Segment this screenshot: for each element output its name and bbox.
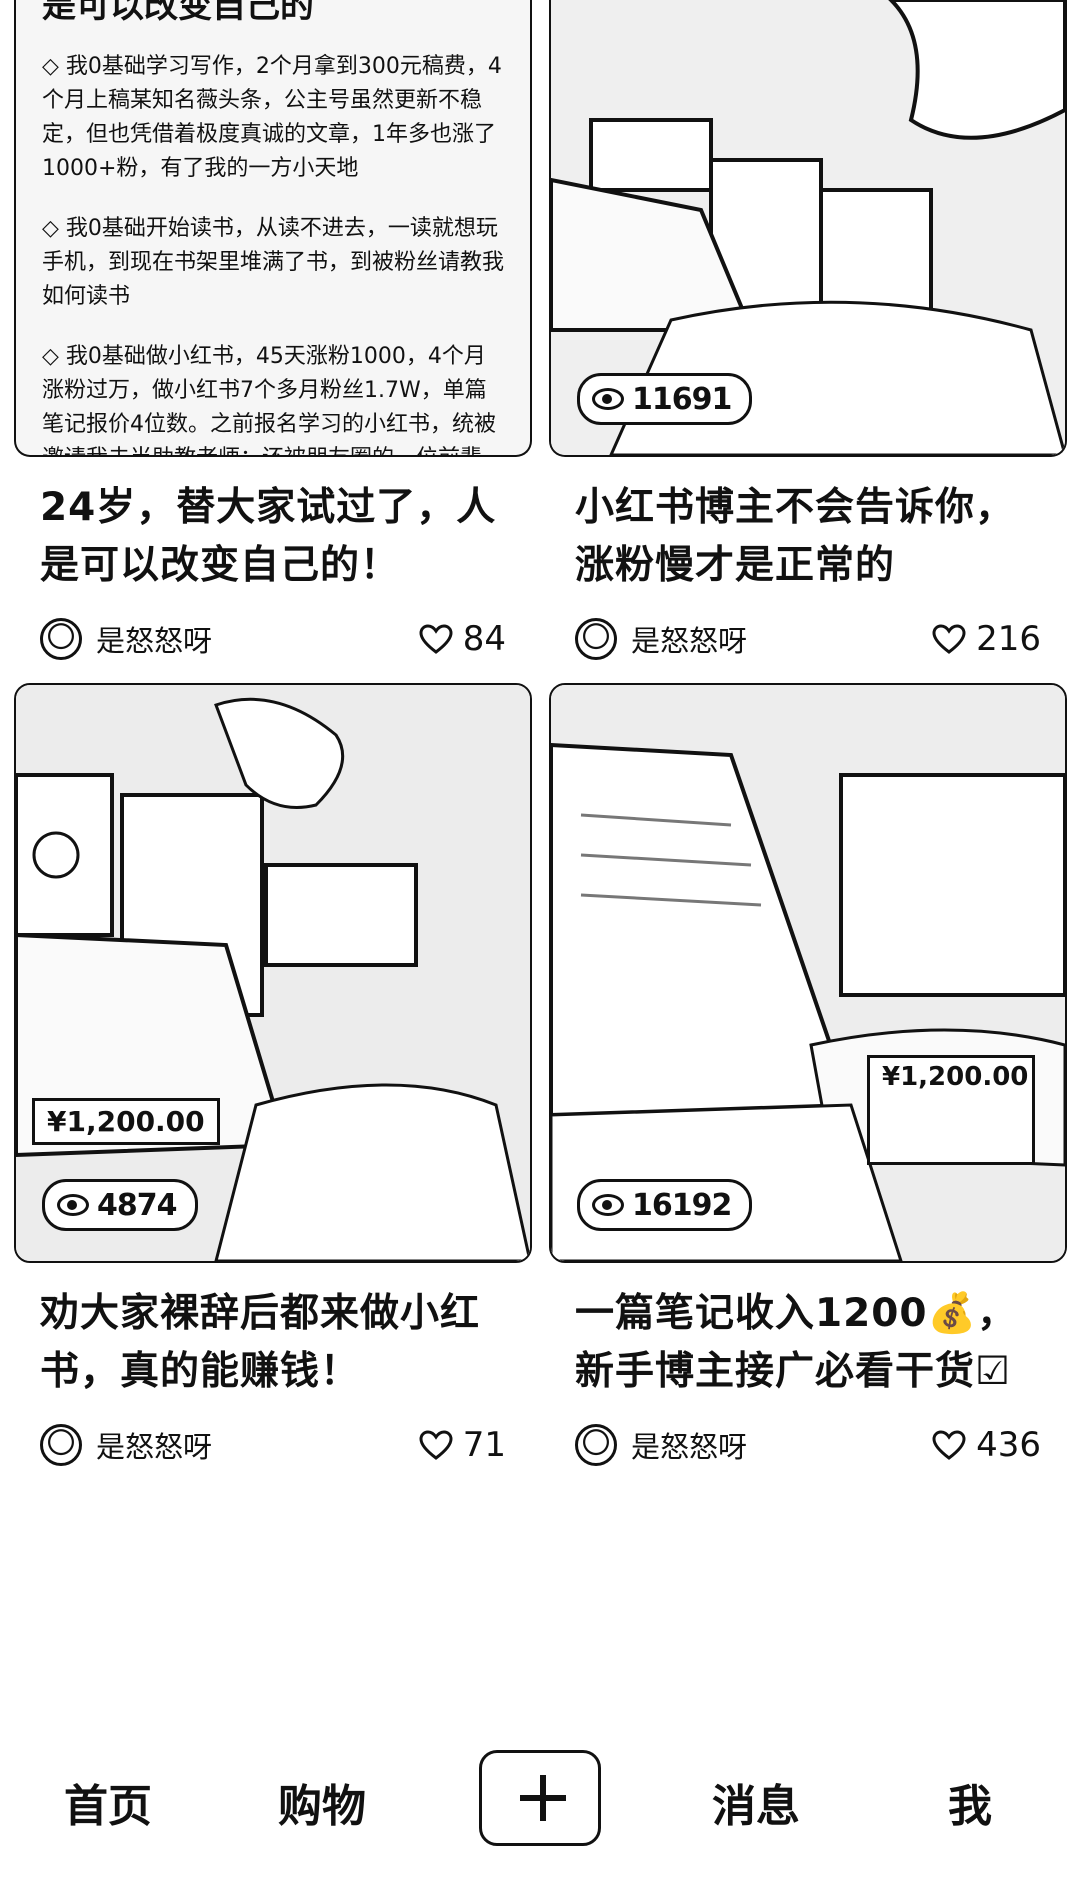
author-name[interactable]: 是怒怒呀 [631, 1424, 932, 1466]
bottom-tab-bar: 首页 购物 消息 我 [0, 1738, 1080, 1878]
note-title[interactable]: 24岁，替大家试过了，人是可以改变自己的！ [14, 457, 532, 595]
eye-icon [592, 388, 624, 410]
cover-image [551, 685, 1065, 1261]
tab-shop[interactable]: 购物 [278, 1770, 366, 1834]
cover-paragraph: ◇ 我0基础做小红书，45天涨粉1000，4个月涨粉过万，做小红书7个多月粉丝1… [42, 344, 504, 455]
heart-icon[interactable] [419, 624, 453, 654]
price-tag: ¥1,200.00 [32, 1098, 220, 1145]
note-meta: 是怒怒呀 84 [14, 595, 532, 669]
tab-me[interactable]: 我 [948, 1770, 992, 1834]
note-card[interactable]: 是可以改变自己的 ◇ 我0基础学习写作，2个月拿到300元稿费，4个月上稿某知名… [14, 0, 532, 669]
view-count-badge: 4874 [42, 1179, 198, 1231]
heart-icon[interactable] [419, 1430, 453, 1460]
feed-column-left: 是可以改变自己的 ◇ 我0基础学习写作，2个月拿到300元稿费，4个月上稿某知名… [14, 0, 532, 1475]
view-count-badge: 16192 [577, 1179, 753, 1231]
tab-home[interactable]: 首页 [64, 1770, 152, 1834]
avatar[interactable] [40, 618, 82, 660]
view-count: 16192 [632, 1187, 732, 1223]
author-name[interactable]: 是怒怒呀 [631, 618, 932, 660]
note-meta: 是怒怒呀 216 [549, 595, 1067, 669]
view-count-badge: 11691 [577, 373, 753, 425]
note-card[interactable]: 11691 小红书博主不会告诉你，涨粉慢才是正常的 是怒怒呀 216 [549, 0, 1067, 669]
note-cover[interactable]: ¥1,200.00 4874 [14, 683, 532, 1263]
like-count: 84 [462, 619, 506, 659]
cover-paragraph: ◇ 我0基础学习写作，2个月拿到300元稿费，4个月上稿某知名薇头条，公主号虽然… [42, 54, 502, 181]
cover-paragraph: ◇ 我0基础开始读书，从读不进去，一读就想玩手机，到现在书架里堆满了书，到被粉丝… [42, 216, 505, 309]
heart-icon[interactable] [932, 1430, 966, 1460]
note-meta: 是怒怒呀 71 [14, 1401, 532, 1475]
note-cover[interactable]: 11691 [549, 0, 1067, 457]
author-name[interactable]: 是怒怒呀 [96, 1424, 419, 1466]
cover-image [16, 685, 530, 1261]
author-name[interactable]: 是怒怒呀 [96, 618, 419, 660]
price-tag: ¥1,200.00 [867, 1055, 1035, 1165]
publish-plus-button[interactable] [479, 1750, 601, 1846]
note-title[interactable]: 一篇笔记收入1200💰，新手博主接广必看干货☑ [549, 1263, 1067, 1401]
avatar[interactable] [40, 1424, 82, 1466]
view-count: 4874 [97, 1187, 177, 1223]
like-count: 71 [462, 1425, 506, 1465]
note-meta: 是怒怒呀 436 [549, 1401, 1067, 1475]
note-card[interactable]: ¥1,200.00 16192 一篇笔记收入1200💰，新手博主接广必看干货☑ … [549, 683, 1067, 1475]
eye-icon [57, 1194, 89, 1216]
avatar[interactable] [575, 1424, 617, 1466]
cover-text: ◇ 我0基础学习写作，2个月拿到300元稿费，4个月上稿某知名薇头条，公主号虽然… [16, 0, 530, 455]
note-cover[interactable]: 是可以改变自己的 ◇ 我0基础学习写作，2个月拿到300元稿费，4个月上稿某知名… [14, 0, 532, 457]
eye-icon [592, 1194, 624, 1216]
feed-column-right: 11691 小红书博主不会告诉你，涨粉慢才是正常的 是怒怒呀 216 ¥1,20… [549, 0, 1067, 1475]
note-card[interactable]: ¥1,200.00 4874 劝大家裸辞后都来做小红书，真的能赚钱！ 是怒怒呀 … [14, 683, 532, 1475]
avatar[interactable] [575, 618, 617, 660]
like-count: 216 [976, 619, 1041, 659]
heart-icon[interactable] [932, 624, 966, 654]
note-title[interactable]: 小红书博主不会告诉你，涨粉慢才是正常的 [549, 457, 1067, 595]
tab-messages[interactable]: 消息 [712, 1770, 800, 1834]
view-count: 11691 [632, 381, 732, 417]
cover-headline: 是可以改变自己的 [42, 0, 314, 26]
note-cover[interactable]: ¥1,200.00 16192 [549, 683, 1067, 1263]
like-count: 436 [976, 1425, 1041, 1465]
note-title[interactable]: 劝大家裸辞后都来做小红书，真的能赚钱！ [14, 1263, 532, 1401]
